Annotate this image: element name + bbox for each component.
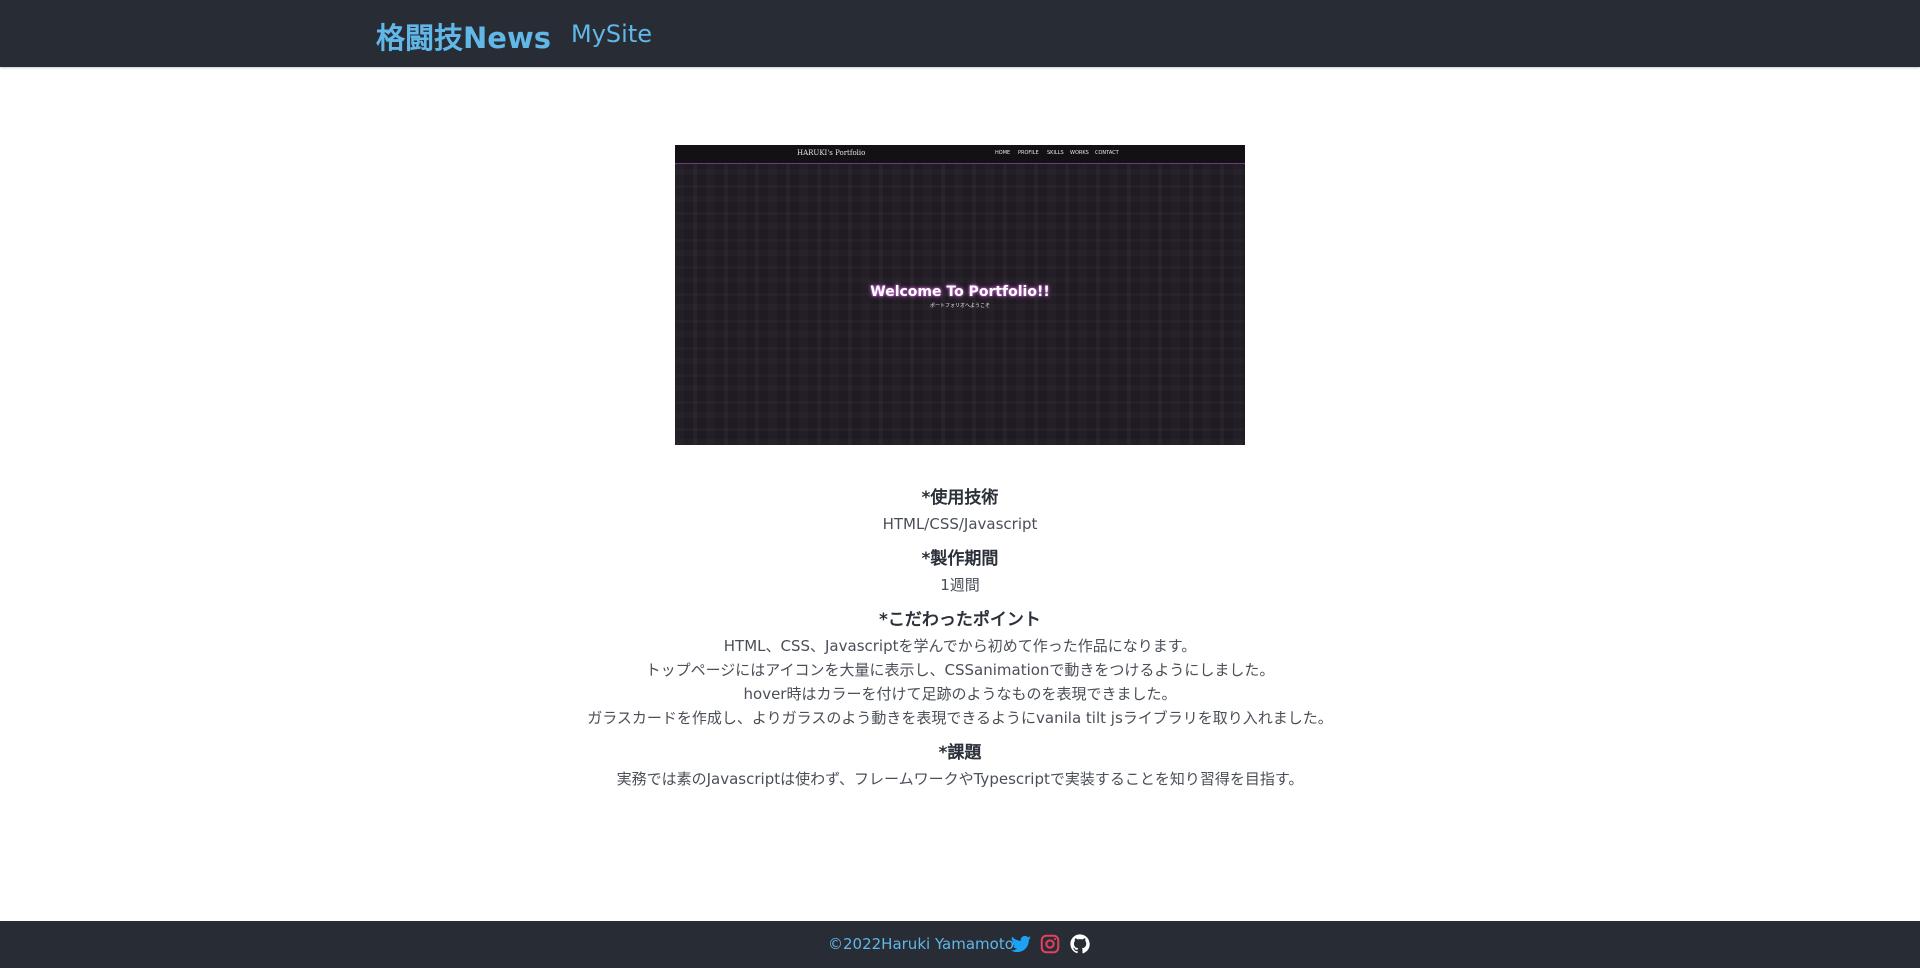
task-body: 実務では素のJavascriptは使わず、フレームワークやTypescriptで… — [616, 770, 1304, 788]
instagram-icon[interactable] — [1039, 933, 1061, 955]
twitter-icon[interactable] — [1010, 933, 1032, 955]
screenshot-menu-item: WORKS — [1070, 150, 1089, 156]
tech-heading: *使用技術 — [921, 488, 999, 508]
screenshot-menu-item: PROFILE — [1018, 150, 1039, 156]
point-line: トップページにはアイコンを大量に表示し、CSSanimationで動きをつけるよ… — [645, 661, 1275, 679]
point-line: ガラスカードを作成し、よりガラスのよう動きを表現できるようにvanila til… — [587, 709, 1333, 727]
period-body: 1週間 — [940, 576, 980, 594]
period-heading: *製作期間 — [921, 549, 999, 569]
work-description: *使用技術 HTML/CSS/Javascript *製作期間 1週間 *こだわ… — [460, 484, 1460, 800]
point-line: HTML、CSS、Javascriptを学んでから初めて作った作品になります。 — [723, 637, 1197, 655]
points-heading: *こだわったポイント — [879, 610, 1041, 630]
tech-body: HTML/CSS/Javascript — [882, 515, 1038, 533]
portfolio-screenshot-image: HARUKI's Portfolio HOME PROFILE SKILLS W… — [675, 145, 1245, 445]
screenshot-menu-item: CONTACT — [1095, 150, 1119, 156]
screenshot-menu-item: SKILLS — [1047, 150, 1064, 156]
screenshot-logo-text: HARUKI's Portfolio — [797, 149, 866, 157]
site-footer: ©2022Haruki Yamamoto — [0, 921, 1920, 968]
screenshot-welcome-title: Welcome To Portfolio!! — [870, 284, 1050, 300]
point-line: hover時はカラーを付けて足跡のようなものを表現できました。 — [743, 685, 1177, 703]
github-icon[interactable] — [1069, 933, 1091, 955]
copyright-text: ©2022Haruki Yamamoto — [828, 935, 1014, 953]
points-body: HTML、CSS、Javascriptを学んでから初めて作った作品になります。 … — [460, 634, 1460, 730]
task-heading: *課題 — [938, 743, 982, 763]
screenshot-welcome-subtitle: ポートフォリオへようこそ — [929, 303, 990, 309]
screenshot-navbar: HARUKI's Portfolio HOME PROFILE SKILLS W… — [675, 145, 1245, 164]
site-brand-link[interactable]: 格闘技News — [376, 15, 551, 57]
screenshot-menu-item: HOME — [995, 150, 1011, 156]
mysite-nav-link[interactable]: MySite — [571, 20, 652, 48]
top-navbar: 格闘技News MySite — [0, 0, 1920, 67]
